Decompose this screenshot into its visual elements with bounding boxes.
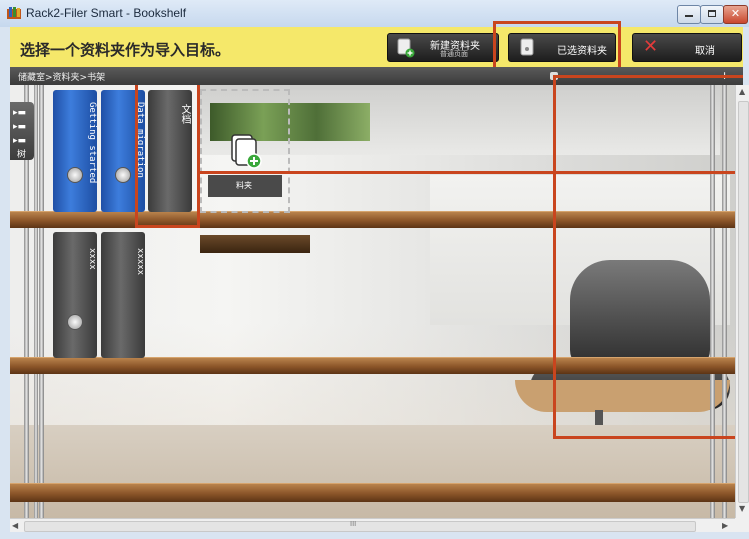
binder-ring (67, 314, 83, 330)
shelf-plank (10, 483, 735, 502)
close-icon: ✕ (730, 7, 741, 20)
prompt-text: 选择一个资料夹作为导入目标。 (20, 42, 231, 59)
cancel-icon: ✕ (643, 36, 659, 57)
folder-icon: ▸▬ (13, 122, 27, 132)
new-folder-icon (397, 38, 415, 58)
tree-label: 树 (17, 150, 27, 160)
binder-label: xxxxx (135, 248, 145, 276)
folder-icon: ▸▬ (13, 108, 27, 118)
window-title: Rack2-Filer Smart - Bookshelf (26, 6, 187, 20)
cancel-label: 取消 (695, 46, 715, 57)
scroll-left-icon[interactable]: ◀ (12, 521, 18, 530)
horizontal-scrollbar[interactable]: ◀ III ▶ (10, 518, 735, 533)
binder-xxxxx[interactable]: xxxxx (101, 232, 145, 358)
scroll-grip: III (350, 520, 357, 528)
new-folder-sublabel: 普通页面 (440, 50, 468, 58)
scroll-corner (735, 518, 749, 532)
title-bar[interactable]: Rack2-Filer Smart - Bookshelf ✕ (0, 0, 749, 27)
folder-icon: ▸▬ (13, 136, 27, 146)
close-window-button[interactable]: ✕ (723, 5, 748, 24)
wall-shelf (200, 235, 310, 253)
scroll-up-icon[interactable]: ▲ (739, 87, 745, 96)
binder-getting-started[interactable]: Getting started (53, 90, 97, 212)
cancel-button[interactable]: ✕ 取消 (632, 33, 742, 62)
selected-binder-highlight (135, 85, 200, 228)
callout-line (200, 171, 743, 174)
vertical-scroll-thumb[interactable] (738, 101, 749, 503)
new-folder-tile-banner: 料夹 (208, 175, 282, 197)
scroll-right-icon[interactable]: ▶ (722, 521, 728, 530)
app-icon (7, 7, 21, 19)
callout-connector (553, 75, 743, 439)
binder-xxxx[interactable]: xxxx (53, 232, 97, 358)
binder-label: xxxx (87, 248, 97, 270)
new-folder-tile-icon (231, 134, 262, 169)
action-bar: 选择一个资料夹作为导入目标。 新建资料夹 普通页面 已选资料夹 ✕ 取消 (10, 27, 743, 67)
vertical-scrollbar[interactable]: ▲ ▼ (735, 85, 749, 518)
maximize-icon (708, 10, 716, 17)
new-folder-tile-label: 料夹 (236, 181, 252, 190)
breadcrumb[interactable]: 储藏室>资料夹>书架 (18, 70, 105, 83)
minimize-icon (685, 15, 693, 17)
binder-ring (115, 167, 131, 183)
scroll-down-icon[interactable]: ▼ (739, 504, 745, 513)
minimize-button[interactable] (677, 5, 701, 24)
horizontal-scroll-thumb[interactable]: III (24, 520, 696, 532)
tree-toggle[interactable]: ▸▬ ▸▬ ▸▬ 树 (10, 102, 34, 160)
binder-ring (67, 167, 83, 183)
maximize-button[interactable] (700, 5, 724, 24)
new-folder-button[interactable]: 新建资料夹 普通页面 (387, 33, 499, 62)
shelf-rod (34, 85, 38, 518)
window-bottom-border (0, 532, 749, 539)
new-folder-tile[interactable]: 料夹 (200, 89, 290, 213)
shelf-rod (39, 85, 44, 518)
